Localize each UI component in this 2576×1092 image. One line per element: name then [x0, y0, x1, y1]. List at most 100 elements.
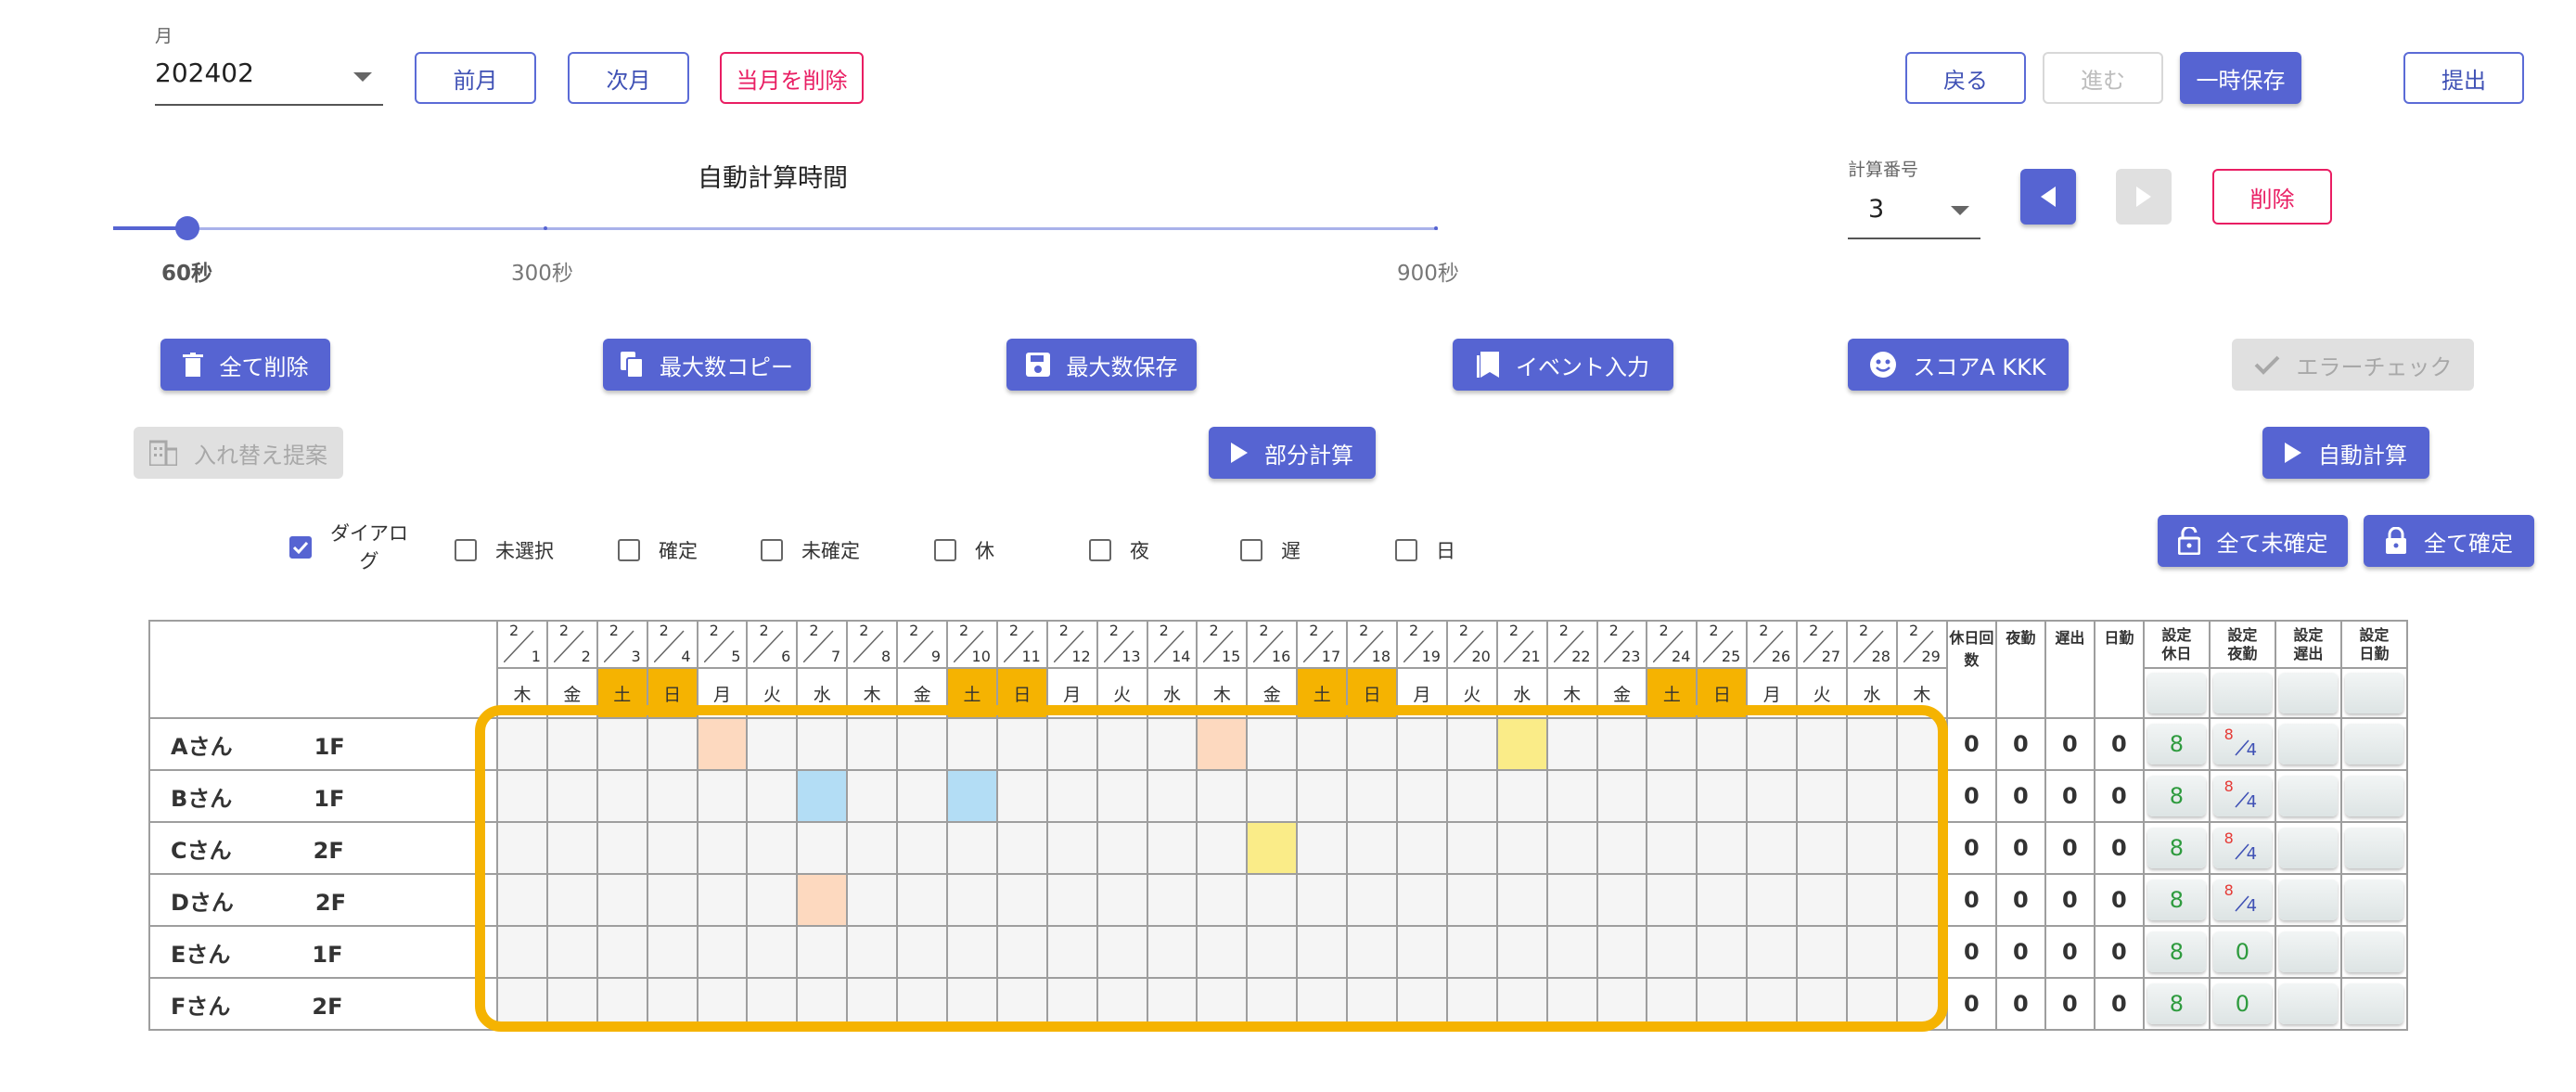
- setting-late-button[interactable]: [2278, 828, 2339, 868]
- shift-cell[interactable]: [1196, 717, 1249, 771]
- shift-cell[interactable]: [995, 821, 1048, 875]
- shift-cell[interactable]: [946, 873, 998, 927]
- shift-cell[interactable]: [1445, 769, 1498, 823]
- swap-suggest-button[interactable]: 入れ替え提案: [134, 427, 343, 479]
- shift-cell[interactable]: [1646, 769, 1698, 823]
- shift-cell[interactable]: [1045, 925, 1098, 979]
- setting-late-button[interactable]: [2278, 724, 2339, 764]
- shift-cell[interactable]: [1146, 873, 1198, 927]
- setting-day-button[interactable]: [2344, 828, 2404, 868]
- shift-cell[interactable]: [1445, 925, 1498, 979]
- shift-cell[interactable]: [1495, 925, 1548, 979]
- shift-cell[interactable]: [1846, 821, 1898, 875]
- shift-cell[interactable]: [1045, 821, 1098, 875]
- shift-cell[interactable]: [1846, 769, 1898, 823]
- shift-cell[interactable]: [1396, 717, 1448, 771]
- shift-cell[interactable]: [1196, 769, 1249, 823]
- shift-cell[interactable]: [995, 769, 1048, 823]
- shift-cell[interactable]: [1746, 717, 1799, 771]
- shift-cell[interactable]: [1796, 925, 1849, 979]
- shift-cell[interactable]: [1895, 925, 1948, 979]
- shift-cell[interactable]: [1396, 873, 1448, 927]
- setting-column-button[interactable]: [2344, 673, 2404, 713]
- shift-cell[interactable]: [646, 925, 698, 979]
- shift-cell[interactable]: [1246, 925, 1299, 979]
- shift-cell[interactable]: [1596, 925, 1648, 979]
- shift-cell[interactable]: [1096, 873, 1148, 927]
- shift-cell[interactable]: [1696, 821, 1749, 875]
- shift-cell[interactable]: [1646, 873, 1698, 927]
- shift-cell[interactable]: [1696, 873, 1749, 927]
- setting-holiday-button[interactable]: 8: [2147, 931, 2207, 972]
- shift-cell[interactable]: [946, 717, 998, 771]
- calc-number-select[interactable]: 3: [1848, 186, 1980, 239]
- setting-day-button[interactable]: [2344, 776, 2404, 816]
- setting-night-button[interactable]: 84: [2212, 724, 2273, 764]
- setting-late-button[interactable]: [2278, 776, 2339, 816]
- shift-cell[interactable]: [1596, 977, 1648, 1031]
- shift-cell[interactable]: [896, 821, 949, 875]
- shift-cell[interactable]: [1246, 769, 1299, 823]
- shift-cell[interactable]: [1346, 717, 1399, 771]
- filter-unselected[interactable]: 未選択: [455, 536, 554, 564]
- shift-cell[interactable]: [1296, 977, 1349, 1031]
- shift-cell[interactable]: [1545, 977, 1598, 1031]
- shift-cell[interactable]: [596, 925, 648, 979]
- shift-cell[interactable]: [846, 717, 899, 771]
- shift-cell[interactable]: [995, 925, 1048, 979]
- shift-cell[interactable]: [696, 821, 749, 875]
- shift-cell[interactable]: [1445, 821, 1498, 875]
- shift-cell[interactable]: [1646, 925, 1698, 979]
- shift-cell[interactable]: [1246, 717, 1299, 771]
- shift-cell[interactable]: [1445, 977, 1498, 1031]
- shift-cell[interactable]: [1196, 977, 1249, 1031]
- partial-calc-button[interactable]: 部分計算: [1209, 427, 1376, 479]
- shift-cell[interactable]: [1246, 873, 1299, 927]
- setting-column-button[interactable]: [2147, 673, 2207, 713]
- shift-cell[interactable]: [1296, 769, 1349, 823]
- shift-cell[interactable]: [1746, 977, 1799, 1031]
- submit-button[interactable]: 提出: [2403, 52, 2524, 104]
- shift-cell[interactable]: [1696, 717, 1749, 771]
- shift-cell[interactable]: [995, 717, 1048, 771]
- shift-cell[interactable]: [1495, 821, 1548, 875]
- shift-cell[interactable]: [896, 977, 949, 1031]
- shift-cell[interactable]: [545, 769, 598, 823]
- setting-night-button[interactable]: 0: [2212, 931, 2273, 972]
- shift-cell[interactable]: [1396, 769, 1448, 823]
- shift-cell[interactable]: [1895, 821, 1948, 875]
- setting-day-button[interactable]: [2344, 931, 2404, 972]
- shift-cell[interactable]: [1696, 925, 1749, 979]
- shift-cell[interactable]: [946, 925, 998, 979]
- shift-cell[interactable]: [496, 769, 548, 823]
- temp-save-button[interactable]: 一時保存: [2180, 52, 2301, 104]
- all-unconfirm-button[interactable]: 全て未確定: [2158, 515, 2348, 567]
- filter-holiday[interactable]: 休: [934, 536, 994, 564]
- setting-late-button[interactable]: [2278, 931, 2339, 972]
- shift-cell[interactable]: [646, 821, 698, 875]
- filter-confirmed[interactable]: 確定: [618, 536, 698, 564]
- shift-cell[interactable]: [596, 873, 648, 927]
- shift-cell[interactable]: [696, 873, 749, 927]
- filter-dialog[interactable]: ダイアロ グ: [289, 520, 408, 575]
- shift-cell[interactable]: [1696, 977, 1749, 1031]
- shift-cell[interactable]: [746, 821, 799, 875]
- shift-cell[interactable]: [796, 977, 849, 1031]
- setting-night-button[interactable]: 84: [2212, 828, 2273, 868]
- shift-cell[interactable]: [1846, 977, 1898, 1031]
- shift-cell[interactable]: [1096, 821, 1148, 875]
- shift-cell[interactable]: [1045, 977, 1098, 1031]
- shift-cell[interactable]: [746, 769, 799, 823]
- shift-cell[interactable]: [1396, 821, 1448, 875]
- shift-cell[interactable]: [545, 821, 598, 875]
- back-button[interactable]: 戻る: [1905, 52, 2026, 104]
- shift-cell[interactable]: [746, 873, 799, 927]
- shift-cell[interactable]: [1196, 821, 1249, 875]
- time-slider[interactable]: [113, 216, 1438, 240]
- shift-cell[interactable]: [946, 821, 998, 875]
- shift-cell[interactable]: [646, 977, 698, 1031]
- shift-cell[interactable]: [496, 873, 548, 927]
- shift-cell[interactable]: [746, 717, 799, 771]
- setting-late-button[interactable]: [2278, 983, 2339, 1024]
- setting-late-button[interactable]: [2278, 880, 2339, 920]
